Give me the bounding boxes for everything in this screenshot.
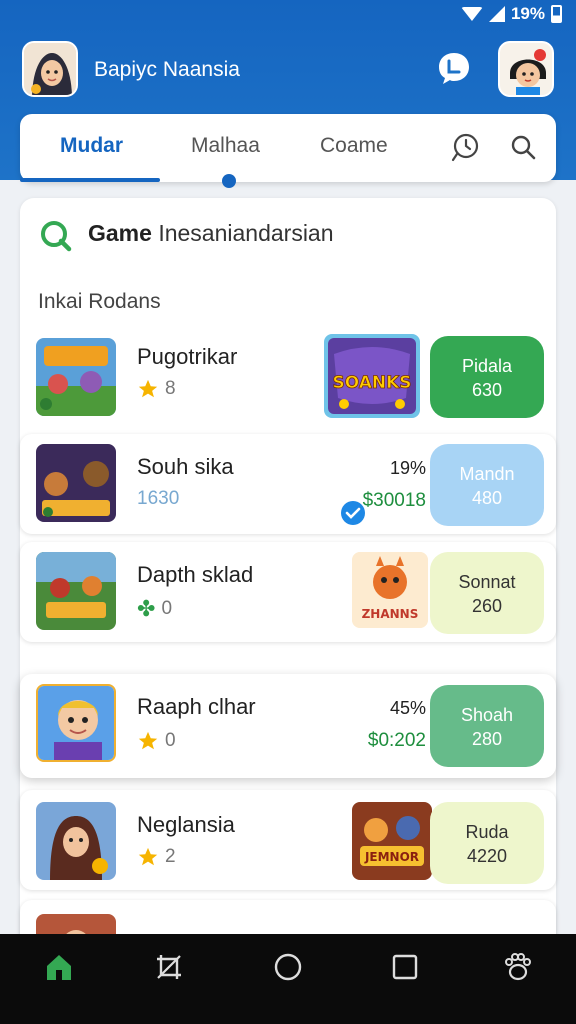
paw-icon[interactable] xyxy=(503,952,533,982)
verified-icon xyxy=(340,500,366,526)
action-label: Shoah xyxy=(460,705,514,725)
game-title: Neglansia xyxy=(137,812,235,837)
action-label: Pidala xyxy=(461,356,513,376)
section-title-bold: Game xyxy=(88,220,152,246)
action-label: Sonnat xyxy=(458,572,516,592)
section-title-rest: Inesaniandarsian xyxy=(158,220,334,246)
game-title: Pugotrikar xyxy=(137,344,238,369)
battery-percent: 19% xyxy=(510,4,545,23)
action-value: 630 xyxy=(471,380,503,400)
page-indicator-dot xyxy=(222,174,236,188)
chat-icon[interactable] xyxy=(436,50,472,86)
game-meta-value: 8 xyxy=(165,378,176,399)
star-icon xyxy=(138,731,158,750)
bottom-nav xyxy=(0,934,576,1024)
game-meta: ✤ 0 xyxy=(137,596,172,622)
game-row[interactable]: Neglansia 2 JEMNOR Ruda 4220 xyxy=(20,790,556,890)
game-thumbnail xyxy=(36,802,116,880)
price-value: $30018 xyxy=(362,490,426,511)
action-button[interactable]: Pidala 630 xyxy=(430,336,544,418)
home-icon[interactable] xyxy=(44,952,74,982)
game-thumbnail xyxy=(36,338,116,416)
game-title: Souh sika xyxy=(137,454,234,479)
action-value: 480 xyxy=(471,488,503,508)
game-title: Raaph clhar xyxy=(137,694,256,719)
wifi-icon xyxy=(460,7,483,21)
promo-banner[interactable]: JEMNOR xyxy=(352,802,432,880)
game-meta-value: 1630 xyxy=(137,488,180,509)
tab-coame[interactable]: Coame xyxy=(320,134,388,158)
tab-malhaa[interactable]: Malhaa xyxy=(191,134,260,158)
promo-text: JEMNOR xyxy=(364,850,419,864)
status-bar: 19% xyxy=(460,4,562,24)
action-button[interactable]: Ruda 4220 xyxy=(430,802,544,884)
game-meta: 1630 xyxy=(137,488,179,510)
action-button[interactable]: Shoah 280 xyxy=(430,685,544,767)
promo-text: ZHANNS xyxy=(362,607,419,621)
action-label: Ruda xyxy=(465,822,509,842)
game-row[interactable]: Dapth sklad ✤ 0 ZHANNS Sonnat 260 xyxy=(20,542,556,642)
promo-banner[interactable]: ZHANNS xyxy=(352,552,428,628)
crop-icon[interactable] xyxy=(154,952,184,982)
history-icon[interactable] xyxy=(450,132,480,162)
circle-icon[interactable] xyxy=(273,952,303,982)
section-subhead: Inkai Rodans xyxy=(38,290,161,313)
square-icon[interactable] xyxy=(390,952,420,982)
game-title: Dapth sklad xyxy=(137,562,254,587)
game-search-icon xyxy=(40,220,72,252)
game-thumbnail xyxy=(36,444,116,522)
action-button[interactable]: Sonnat 260 xyxy=(430,552,544,634)
game-meta-value: 0 xyxy=(165,730,176,751)
tab-mudar[interactable]: Mudar xyxy=(60,134,123,158)
game-row[interactable]: Raaph clhar 0 45% $0:202 Shoah 280 xyxy=(20,674,556,778)
battery-icon xyxy=(551,5,562,23)
action-value: 280 xyxy=(471,729,503,749)
discount-percent: 45% xyxy=(389,698,426,718)
action-label: Mandn xyxy=(459,464,515,484)
discount-percent: 19% xyxy=(389,458,426,478)
game-meta: 2 xyxy=(137,846,176,868)
clover-icon: ✤ xyxy=(137,596,156,621)
star-icon xyxy=(138,847,158,866)
price-value: $0:202 xyxy=(367,730,426,751)
action-value: 260 xyxy=(471,596,503,616)
game-meta: 0 xyxy=(137,730,176,752)
game-row[interactable]: Souh sika 1630 19% $30018 Mandn 480 xyxy=(20,434,556,534)
game-meta-value: 0 xyxy=(161,598,173,619)
star-icon xyxy=(138,379,158,398)
game-thumbnail xyxy=(36,684,116,762)
action-button[interactable]: Mandn 480 xyxy=(430,444,544,526)
promo-banner[interactable]: SOANKS xyxy=(324,334,420,418)
search-icon[interactable] xyxy=(510,134,536,160)
signal-icon xyxy=(488,6,505,22)
app-title: Bapiyc Naansia xyxy=(94,58,240,81)
section-title: Game Inesaniandarsian xyxy=(88,220,334,247)
promo-text: SOANKS xyxy=(332,373,411,393)
game-row[interactable]: Pugotrikar 8 SOANKS Pidala 630 xyxy=(20,330,556,426)
game-meta: 8 xyxy=(137,378,176,400)
friend-avatar[interactable] xyxy=(498,41,554,97)
tab-bar: Mudar Malhaa Coame xyxy=(20,114,556,188)
user-avatar[interactable] xyxy=(22,41,78,97)
active-tab-indicator xyxy=(20,178,160,182)
game-thumbnail xyxy=(36,552,116,630)
game-meta-value: 2 xyxy=(165,846,176,867)
action-value: 4220 xyxy=(466,846,508,866)
